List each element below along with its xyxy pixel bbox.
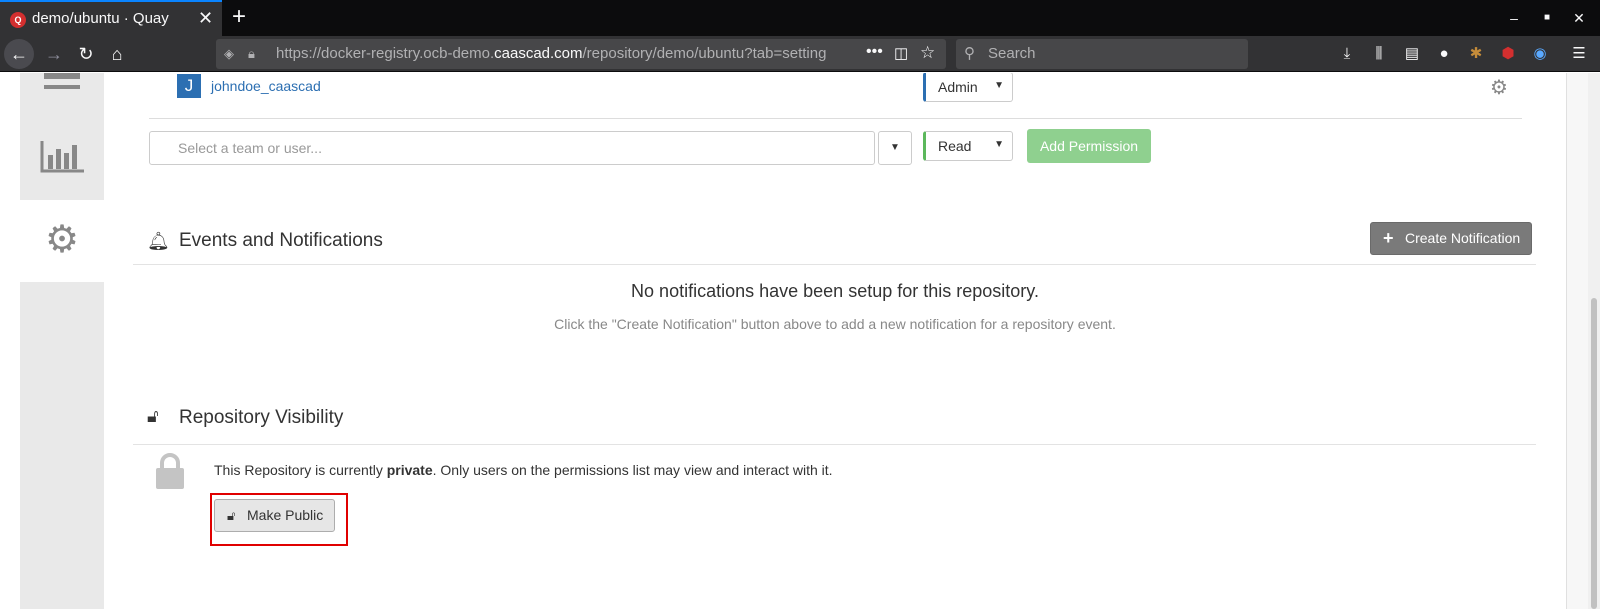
server-icon — [44, 73, 80, 89]
bell-icon: 🔔︎ — [147, 231, 170, 251]
sidebar-item-usage[interactable] — [20, 113, 104, 195]
visibility-status: private — [386, 462, 433, 478]
permission-options-gear-icon[interactable]: ⚙ — [1490, 75, 1508, 100]
bar-chart-icon — [40, 141, 84, 173]
divider — [133, 264, 1536, 265]
new-role-value: Read — [938, 138, 972, 154]
url-prefix: https://docker-registry.ocb-demo. — [276, 45, 495, 62]
entity-placeholder: Select a team or user... — [178, 140, 322, 156]
unlock-icon: 🔓︎ — [147, 406, 159, 426]
visibility-heading: Repository Visibility — [179, 407, 344, 428]
url-text[interactable]: https://docker-registry.ocb-demo.caascad… — [276, 45, 856, 62]
new-role-dropdown[interactable]: Read ▼ — [923, 131, 1013, 161]
plus-icon: + — [1383, 228, 1394, 248]
visibility-text-after: . Only users on the permissions list may… — [432, 462, 833, 478]
sidebar-item-tags[interactable] — [20, 73, 104, 115]
repo-sidebar: ⚙ — [20, 73, 104, 609]
page-right-margin — [1566, 73, 1588, 609]
sidebar-toggle-icon[interactable]: ▤ — [1401, 44, 1423, 64]
empty-notifications-subtitle: Click the "Create Notification" button a… — [554, 316, 1116, 332]
caret-down-icon: ▼ — [994, 80, 1004, 91]
url-host: caascad.com — [494, 45, 583, 62]
divider — [149, 118, 1522, 119]
make-public-button[interactable]: 🔓︎ Make Public — [214, 499, 335, 532]
browser-nav-bar: ← → ↻ ⌂ ◈ 🔒︎ https://docker-registry.ocb… — [0, 36, 1600, 72]
home-icon[interactable]: ⌂ — [105, 41, 129, 67]
visibility-description: This Repository is currently private. On… — [214, 462, 833, 478]
password-manager-icon[interactable]: ◉ — [1529, 44, 1551, 64]
new-tab-icon[interactable]: + — [232, 2, 246, 32]
tab-close-icon[interactable]: ✕ — [198, 8, 213, 28]
url-path: /repository/demo/ubuntu?tab=setting — [582, 45, 827, 62]
caret-down-icon: ▼ — [994, 139, 1004, 150]
maximize-icon[interactable]: ■ — [1537, 8, 1557, 28]
menu-icon[interactable]: ☰ — [1568, 44, 1590, 64]
ublock-icon[interactable]: ⬢ — [1497, 44, 1519, 64]
sidebar-item-settings[interactable]: ⚙ — [20, 200, 104, 282]
make-public-label: Make Public — [247, 507, 324, 523]
account-icon[interactable]: ● — [1433, 44, 1455, 64]
empty-notifications-title: No notifications have been setup for thi… — [631, 281, 1039, 301]
gear-icon: ⚙ — [44, 219, 80, 261]
page-left-margin — [0, 73, 20, 609]
avatar: J — [177, 74, 201, 98]
divider — [133, 444, 1536, 445]
padlock-icon — [156, 453, 184, 489]
pocket-icon[interactable]: ◫ — [894, 44, 908, 62]
search-bar[interactable]: ⚲ Search — [956, 39, 1248, 69]
library-icon[interactable]: ⫼ — [1368, 44, 1390, 64]
create-notification-label: Create Notification — [1405, 230, 1521, 246]
unlock-icon: 🔓︎ — [227, 508, 236, 523]
add-permission-button[interactable]: Add Permission — [1027, 129, 1151, 163]
tracking-shield-icon[interactable]: ◈ — [224, 46, 234, 62]
browser-tab[interactable]: Q demo/ubuntu · Quay ✕ — [0, 0, 222, 36]
user-role-dropdown[interactable]: Admin ▼ — [923, 73, 1013, 102]
reload-icon[interactable]: ↻ — [74, 41, 98, 67]
create-notification-button[interactable]: + Create Notification — [1370, 222, 1532, 255]
role-value: Admin — [938, 79, 978, 95]
forward-arrow-icon[interactable]: → — [42, 41, 66, 67]
scrollbar-thumb[interactable] — [1591, 298, 1597, 609]
permission-user-link[interactable]: johndoe_caascad — [211, 78, 321, 94]
extension-icon[interactable]: ✱ — [1465, 44, 1487, 64]
tab-title: demo/ubuntu · Quay — [32, 10, 169, 27]
browser-tab-bar: Q demo/ubuntu · Quay ✕ + – ■ ✕ — [0, 0, 1600, 36]
url-bar[interactable]: ◈ 🔒︎ https://docker-registry.ocb-demo.ca… — [216, 39, 946, 69]
entity-search-input[interactable]: Select a team or user... — [149, 131, 875, 165]
lock-icon[interactable]: 🔒︎ — [248, 46, 255, 62]
downloads-icon[interactable]: ⤓ — [1336, 44, 1358, 64]
search-icon: ⚲ — [964, 45, 975, 62]
page-content: ⚙ J johndoe_caascad Admin ▼ ⚙ Select a t… — [0, 73, 1588, 609]
page-scrollbar[interactable] — [1588, 73, 1600, 609]
window-close-icon[interactable]: ✕ — [1569, 8, 1589, 28]
bookmark-star-icon[interactable]: ☆ — [920, 43, 935, 63]
visibility-text-before: This Repository is currently — [214, 462, 387, 478]
minimize-icon[interactable]: – — [1504, 8, 1524, 28]
back-arrow-icon[interactable]: ← — [4, 39, 34, 69]
entity-dropdown-toggle[interactable]: ▼ — [878, 131, 912, 165]
page-actions-icon[interactable]: ••• — [866, 43, 883, 61]
quay-favicon-icon: Q — [10, 12, 26, 28]
search-placeholder: Search — [988, 45, 1036, 62]
notifications-heading: Events and Notifications — [179, 230, 383, 251]
